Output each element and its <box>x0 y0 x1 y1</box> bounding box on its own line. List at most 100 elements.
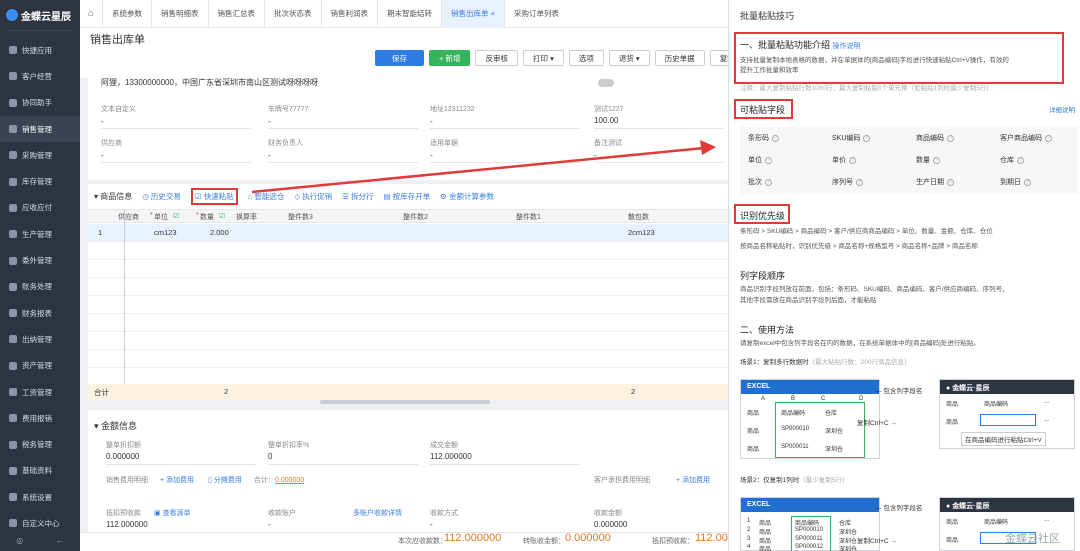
history-button[interactable]: 历史单据 <box>654 50 705 66</box>
tab-purchase-orders[interactable]: 采购订单列表 <box>503 0 568 28</box>
split-fee-link[interactable]: ▯ 分摊费用 <box>208 475 242 485</box>
multi-account-link[interactable]: 多账户收款详情 <box>353 508 402 518</box>
field-value[interactable]: - <box>101 117 104 126</box>
print-button[interactable]: 打印 ▾ <box>522 50 564 66</box>
receive-amount-value[interactable]: 0.000000 <box>594 520 627 529</box>
help-icon[interactable]: ? <box>933 156 940 164</box>
split-row-link[interactable]: ☰ 拆分行 <box>342 191 373 202</box>
options-button[interactable]: 选项 <box>568 50 604 66</box>
pre-receipt-value[interactable]: 112.000000 <box>106 520 148 529</box>
sidebar-item-purchase[interactable]: 采购管理 <box>0 142 80 168</box>
tab-sales-summary[interactable]: 销售汇总表 <box>207 0 265 28</box>
discount-rate-value[interactable]: 0 <box>268 452 272 461</box>
method-value[interactable]: - <box>430 520 433 529</box>
field-value[interactable]: - <box>268 151 271 160</box>
sidebar-item-accounting[interactable]: 账务处理 <box>0 274 80 300</box>
sidebar-item-assistant[interactable]: 协同助手 <box>0 90 80 116</box>
sidebar-item-receivable[interactable]: 应收应付 <box>0 195 80 221</box>
unaudit-button[interactable]: 反审核 <box>475 50 518 66</box>
return-button[interactable]: 退货 ▾ <box>608 50 650 66</box>
table-row[interactable] <box>88 332 728 350</box>
checkbox-icon[interactable]: ☑ <box>219 212 225 220</box>
sidebar-item-production[interactable]: 生产管理 <box>0 221 80 247</box>
customer-address[interactable]: 阿狸，13300000000，中国广东省深圳市南山区测试呀呀呀呀 <box>101 77 318 88</box>
sidebar-item-inventory[interactable]: 库存管理 <box>0 168 80 194</box>
add-fee-link[interactable]: + 添加费用 <box>160 475 194 485</box>
detail-link[interactable]: 详细说明 <box>1049 106 1075 115</box>
field-value[interactable]: - <box>430 117 433 126</box>
add-button[interactable]: + 新增 <box>429 50 471 66</box>
sidebar-item-tax[interactable]: 税务管理 <box>0 431 80 457</box>
sidebar-item-reports[interactable]: 财务报表 <box>0 300 80 326</box>
copy-button[interactable]: 复制 <box>709 50 728 66</box>
column-header[interactable]: 整件数2 <box>403 212 428 222</box>
goods-section-title[interactable]: ▾ 商品信息 <box>94 191 132 202</box>
help-icon[interactable]: ? <box>947 178 954 186</box>
home-icon[interactable]: ⌂ <box>80 8 102 19</box>
checkbox-icon[interactable]: ☑ <box>173 212 179 220</box>
loose-cell[interactable]: 2cm123 <box>628 228 655 237</box>
account-value[interactable]: - <box>268 520 271 529</box>
deal-amount-value[interactable]: 112.000000 <box>430 452 472 461</box>
collapse-arrow-icon[interactable]: ← <box>56 536 64 545</box>
quantity-cell[interactable]: 2.000 <box>210 228 229 237</box>
table-row[interactable] <box>88 350 728 368</box>
tab-sales-detail[interactable]: 销售明细表 <box>151 0 208 28</box>
stock-order-link[interactable]: ▤ 按库存开单 <box>384 191 431 202</box>
sidebar-item-assets[interactable]: 资产管理 <box>0 353 80 379</box>
tab-sales-profit[interactable]: 销售利润表 <box>320 0 378 28</box>
smart-warehouse-link[interactable]: ⌂ 智能选仓 <box>248 191 285 202</box>
app-logo[interactable]: 金蝶云星辰 <box>0 0 80 30</box>
table-row[interactable] <box>88 314 728 332</box>
help-icon[interactable]: ? <box>856 178 863 186</box>
sidebar-item-quick-apps[interactable]: 快捷应用 <box>0 37 80 63</box>
sidebar-item-settings[interactable]: 系统设置 <box>0 484 80 510</box>
save-button[interactable]: 保存 <box>375 50 424 66</box>
tab-period-close[interactable]: 期末智能结转 <box>377 0 441 28</box>
column-header[interactable]: 供应商 <box>118 212 139 222</box>
amount-section-title[interactable]: ▾ 金额信息 <box>94 419 137 432</box>
column-header[interactable]: 整件数3 <box>288 212 313 222</box>
help-icon[interactable]: ? <box>947 134 954 142</box>
table-row[interactable]: 1 cm123 2.000 2cm123 <box>88 224 728 242</box>
tab-batch-status[interactable]: 批次状态表 <box>264 0 321 28</box>
help-icon[interactable]: ? <box>849 156 856 164</box>
sidebar-item-payroll[interactable]: 工资管理 <box>0 379 80 405</box>
help-icon[interactable]: ? <box>772 134 779 142</box>
sidebar-item-cashier[interactable]: 出纳管理 <box>0 326 80 352</box>
table-row[interactable] <box>88 296 728 314</box>
toggle-switch[interactable] <box>598 79 614 87</box>
column-header[interactable]: 散包数 <box>628 212 649 222</box>
sidebar-item-outsourcing[interactable]: 委外管理 <box>0 247 80 273</box>
sidebar-item-expense[interactable]: 费用报销 <box>0 405 80 431</box>
help-icon[interactable]: ? <box>1017 156 1024 164</box>
help-icon[interactable]: ? <box>863 134 871 142</box>
column-header[interactable]: 单位 <box>154 212 168 222</box>
promotion-link[interactable]: ◇ 执行促销 <box>294 191 332 202</box>
field-value[interactable]: - <box>101 151 104 160</box>
quick-paste-link[interactable]: ☑ 快速粘贴 <box>190 188 238 205</box>
help-icon[interactable]: ? <box>765 156 772 164</box>
operation-guide-link[interactable]: 操作说明 <box>833 43 861 50</box>
tab-system-params[interactable]: 系统参数 <box>102 0 151 28</box>
sidebar-item-sales[interactable]: 销售管理 <box>0 115 80 143</box>
settings-circle-icon[interactable]: ◎ <box>16 536 23 545</box>
table-row[interactable] <box>88 242 728 260</box>
help-icon[interactable]: ? <box>1045 134 1052 142</box>
amount-params-link[interactable]: ⚙ 金额计算参数 <box>440 191 494 202</box>
unit-cell[interactable]: cm123 <box>154 228 177 237</box>
horizontal-scrollbar[interactable] <box>320 400 490 404</box>
column-header[interactable]: 数量 <box>200 212 214 222</box>
field-value[interactable]: 100.00 <box>594 116 618 125</box>
tab-close-icon[interactable]: × <box>491 9 495 18</box>
view-source-link[interactable]: ▣ 查看源单 <box>154 508 191 518</box>
table-row[interactable] <box>88 260 728 278</box>
help-icon[interactable]: ? <box>765 178 772 186</box>
field-value[interactable]: - <box>268 117 271 126</box>
discount-value[interactable]: 0.000000 <box>106 452 139 461</box>
table-row[interactable] <box>88 278 728 296</box>
column-header[interactable]: 换算率 <box>236 212 257 222</box>
help-icon[interactable]: ? <box>1024 178 1031 186</box>
sidebar-item-customer[interactable]: 客户经营 <box>0 63 80 89</box>
column-header[interactable]: 整件数1 <box>516 212 541 222</box>
